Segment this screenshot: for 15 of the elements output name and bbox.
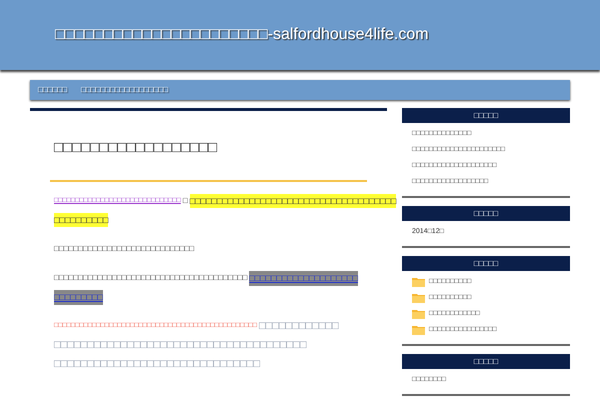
widget-heading: □□□□□ <box>402 256 570 271</box>
text: □□□□□□□□□□□□□□□□□□□□□□□□□□□□□□□□□□□□□□□□ <box>54 272 248 284</box>
text: □□□□□□□□□□□□□□□□□□□□□□□□□□□□□ <box>54 243 194 255</box>
text: □ <box>182 195 188 207</box>
widget-heading: □□□□□ <box>402 354 570 369</box>
widget-heading: □□□□□ <box>402 108 570 123</box>
folder-icon <box>412 293 425 303</box>
text: □□□□□□□□□□□□ <box>258 319 339 334</box>
text: □□□□□□□□□□□□□□□□□□□□□□□□□□□□□□□□□□□□□□ <box>54 338 306 353</box>
folder-icon <box>412 277 425 287</box>
post-title: □□□□□□□□□□□□□□□□□□ <box>54 138 218 158</box>
folder-icon <box>412 325 425 335</box>
folder-icon <box>412 309 425 319</box>
widget-heading: □□□□□ <box>402 206 570 221</box>
text: □□□□□□□□□□□□□□□□□□□□□□□□□□□□□□□ <box>54 357 260 372</box>
